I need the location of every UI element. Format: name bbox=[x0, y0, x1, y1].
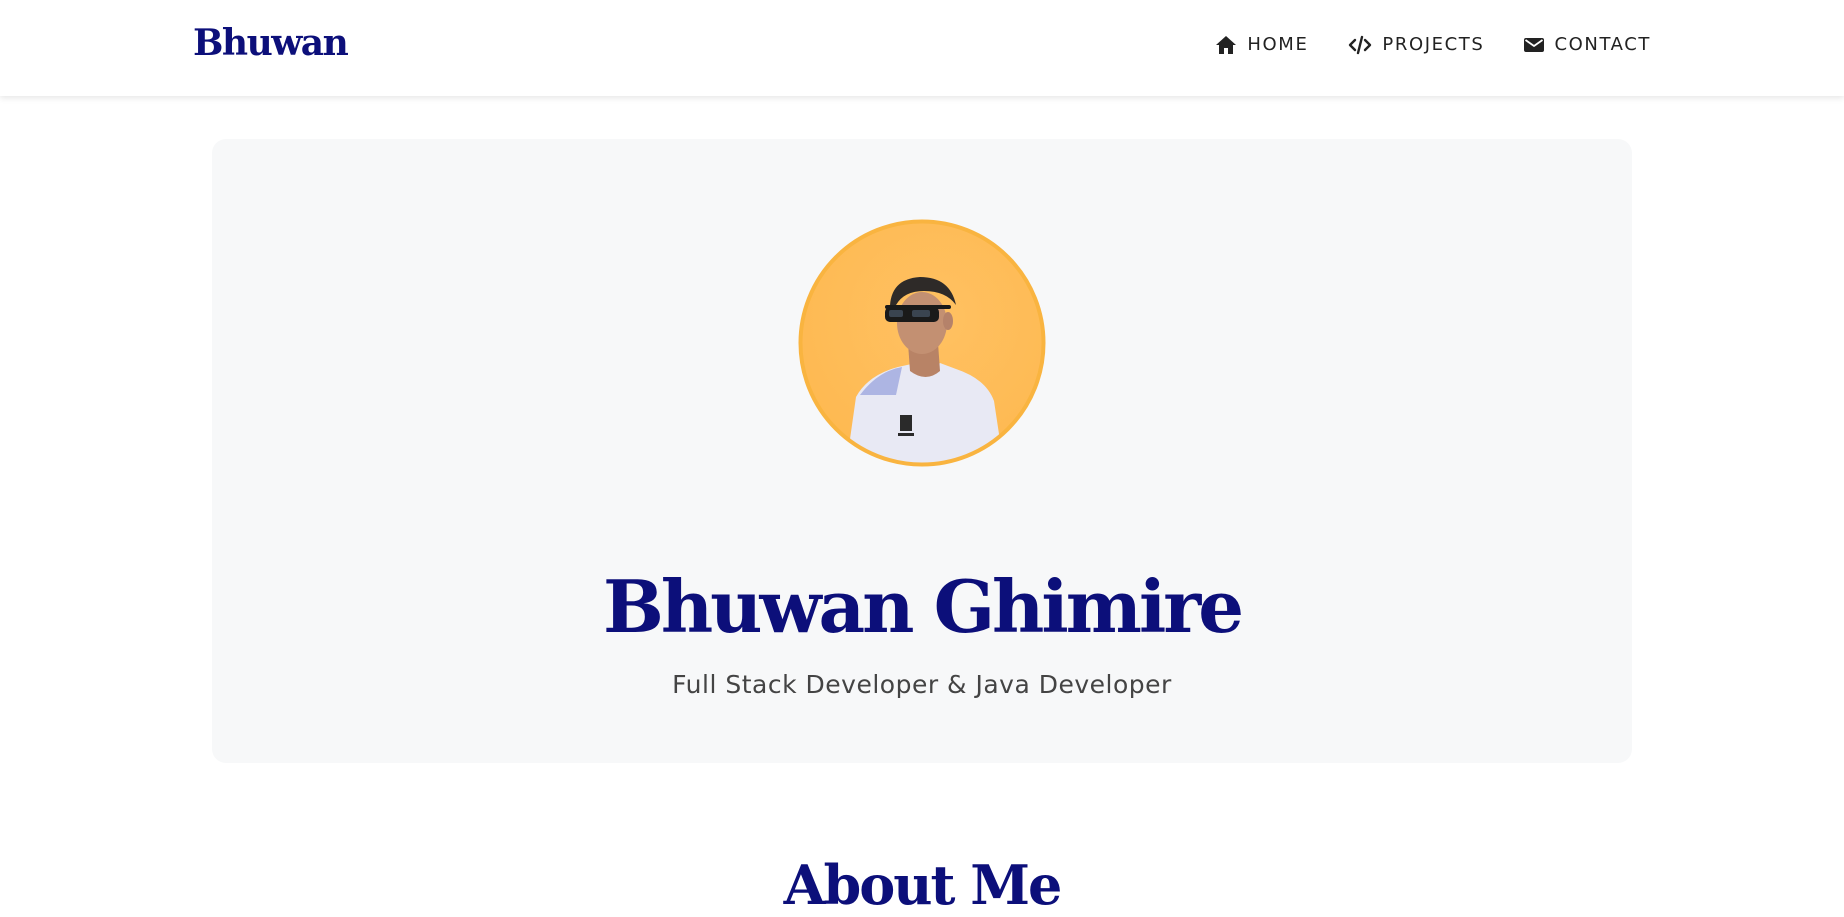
nav-home-label: HOME bbox=[1247, 34, 1309, 55]
code-icon bbox=[1348, 35, 1372, 55]
hero-name: Bhuwan Ghimire bbox=[602, 564, 1244, 650]
nav-projects-label: PROJECTS bbox=[1382, 34, 1485, 55]
hero-card: Bhuwan Ghimire Full Stack Developer & Ja… bbox=[212, 139, 1632, 763]
nav-contact-link[interactable]: CONTACT bbox=[1524, 34, 1651, 55]
envelope-icon bbox=[1524, 37, 1545, 53]
navbar: Bhuwan HOME PROJECTS CONTACT bbox=[0, 0, 1844, 96]
profile-photo bbox=[798, 219, 1046, 467]
main-nav: HOME PROJECTS CONTACT bbox=[1215, 34, 1651, 55]
nav-projects-link[interactable]: PROJECTS bbox=[1348, 34, 1484, 55]
hero-subtitle: Full Stack Developer & Java Developer bbox=[672, 670, 1172, 699]
brand-logo[interactable]: Bhuwan bbox=[193, 22, 349, 64]
nav-contact-label: CONTACT bbox=[1554, 34, 1651, 55]
home-icon bbox=[1215, 35, 1237, 55]
nav-home-link[interactable]: HOME bbox=[1215, 34, 1308, 55]
about-heading: About Me bbox=[783, 853, 1063, 917]
